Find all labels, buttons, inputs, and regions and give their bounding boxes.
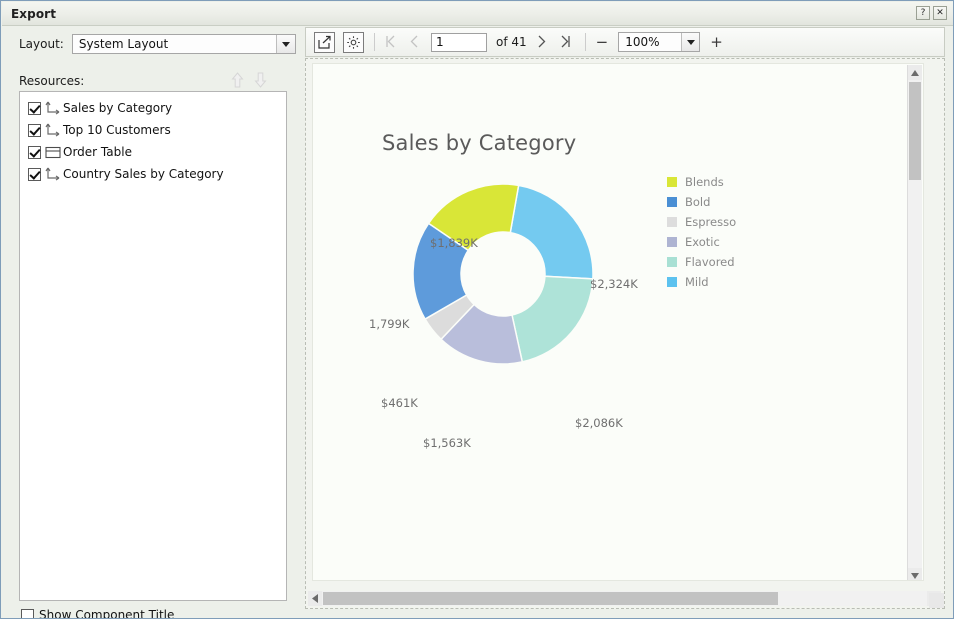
slice-label-espresso: $461K xyxy=(381,396,418,410)
chart-icon xyxy=(44,167,62,182)
report-canvas: Sales by Category $1,839K $2,324K $2,086… xyxy=(305,58,945,609)
resource-checkbox[interactable] xyxy=(28,146,41,159)
list-item[interactable]: Country Sales by Category xyxy=(20,163,286,185)
left-panel: Layout: System Layout Resources: xyxy=(1,26,297,619)
legend-item-bold: Bold xyxy=(667,192,736,212)
legend-item-espresso: Espresso xyxy=(667,212,736,232)
vertical-scroll-thumb[interactable] xyxy=(909,82,921,180)
donut-slice-flavored xyxy=(512,276,593,362)
slice-label-mild: $2,324K xyxy=(590,277,638,291)
slice-label-blends: $1,839K xyxy=(430,236,478,250)
show-component-title-row[interactable]: Show Component Title xyxy=(21,608,174,619)
resource-checkbox[interactable] xyxy=(28,124,41,137)
titlebar-buttons: ? ✕ xyxy=(916,6,947,20)
slice-label-flavored: $2,086K xyxy=(575,416,623,430)
preview-panel: of 41 − 100% + xyxy=(300,27,948,609)
legend-label: Bold xyxy=(685,195,710,209)
legend-label: Flavored xyxy=(685,255,735,269)
resource-checkbox[interactable] xyxy=(28,168,41,181)
legend-swatch xyxy=(667,277,677,287)
layout-select-value: System Layout xyxy=(79,37,168,51)
legend-item-mild: Mild xyxy=(667,272,736,292)
page-number-input[interactable] xyxy=(431,33,487,52)
legend-label: Blends xyxy=(685,175,724,189)
show-component-title-checkbox[interactable] xyxy=(21,609,34,619)
toolbar-divider xyxy=(585,33,586,51)
slice-label-bold: 1,799K xyxy=(369,317,409,331)
export-dialog: Export ? ✕ Layout: System Layout Resourc… xyxy=(0,0,954,619)
list-item[interactable]: Sales by Category xyxy=(20,97,286,119)
legend-swatch xyxy=(667,197,677,207)
scroll-up-icon[interactable] xyxy=(908,65,922,80)
gear-icon[interactable] xyxy=(343,32,364,53)
first-page-icon[interactable] xyxy=(381,32,399,52)
prev-page-icon[interactable] xyxy=(405,32,423,52)
list-item-label: Sales by Category xyxy=(63,101,172,115)
window-title: Export xyxy=(11,7,56,21)
list-item-label: Country Sales by Category xyxy=(63,167,224,181)
legend-label: Espresso xyxy=(685,215,736,229)
resource-order-buttons xyxy=(231,72,267,88)
legend-swatch xyxy=(667,217,677,227)
donut-slice-mild xyxy=(510,185,593,278)
show-component-title-label: Show Component Title xyxy=(39,608,174,619)
list-item[interactable]: Order Table xyxy=(20,141,286,163)
resources-list[interactable]: Sales by Category Top 10 Customers xyxy=(19,91,287,601)
list-item[interactable]: Top 10 Customers xyxy=(20,119,286,141)
layout-row: Layout: System Layout xyxy=(19,34,296,54)
window-titlebar: Export ? ✕ xyxy=(2,2,954,26)
export-share-icon[interactable] xyxy=(314,32,335,53)
legend-item-exotic: Exotic xyxy=(667,232,736,252)
table-icon xyxy=(44,145,62,160)
chart-icon xyxy=(44,123,62,138)
legend-swatch xyxy=(667,237,677,247)
resource-checkbox[interactable] xyxy=(28,102,41,115)
chevron-down-icon[interactable] xyxy=(276,35,295,53)
scroll-down-icon[interactable] xyxy=(908,568,922,581)
horizontal-scroll-thumb[interactable] xyxy=(323,592,778,605)
next-page-icon[interactable] xyxy=(533,32,551,52)
list-item-label: Top 10 Customers xyxy=(63,123,171,137)
close-button[interactable]: ✕ xyxy=(933,6,947,20)
help-button[interactable]: ? xyxy=(916,6,930,20)
zoom-select-value: 100% xyxy=(625,35,659,49)
layout-label: Layout: xyxy=(19,37,64,51)
chevron-down-icon[interactable] xyxy=(681,33,699,51)
legend-swatch xyxy=(667,257,677,267)
preview-vertical-scrollbar[interactable] xyxy=(907,65,922,581)
arrow-up-icon[interactable] xyxy=(231,72,244,88)
slice-label-exotic: $1,563K xyxy=(423,436,471,450)
layout-select[interactable]: System Layout xyxy=(72,34,296,54)
zoom-select[interactable]: 100% xyxy=(618,32,700,52)
legend-label: Exotic xyxy=(685,235,720,249)
preview-horizontal-scrollbar[interactable] xyxy=(308,591,941,606)
arrow-down-icon[interactable] xyxy=(254,72,267,88)
legend-item-blends: Blends xyxy=(667,172,736,192)
page-total-label: of 41 xyxy=(496,35,527,49)
chart-icon xyxy=(44,101,62,116)
viewer-toolbar: of 41 − 100% + xyxy=(305,27,945,57)
last-page-icon[interactable] xyxy=(557,32,575,52)
scroll-left-icon[interactable] xyxy=(308,591,322,606)
scrollbar-corner xyxy=(929,593,944,608)
donut-chart xyxy=(408,179,598,369)
list-item-label: Order Table xyxy=(63,145,132,159)
zoom-in-button[interactable]: + xyxy=(710,35,723,49)
resources-label: Resources: xyxy=(19,74,84,88)
legend-label: Mild xyxy=(685,275,709,289)
toolbar-divider xyxy=(374,33,375,51)
chart-legend: Blends Bold Espresso Exotic xyxy=(667,172,736,292)
legend-item-flavored: Flavored xyxy=(667,252,736,272)
legend-swatch xyxy=(667,177,677,187)
report-page: Sales by Category $1,839K $2,324K $2,086… xyxy=(312,63,924,581)
zoom-out-button[interactable]: − xyxy=(596,35,609,49)
chart-title: Sales by Category xyxy=(382,131,576,155)
